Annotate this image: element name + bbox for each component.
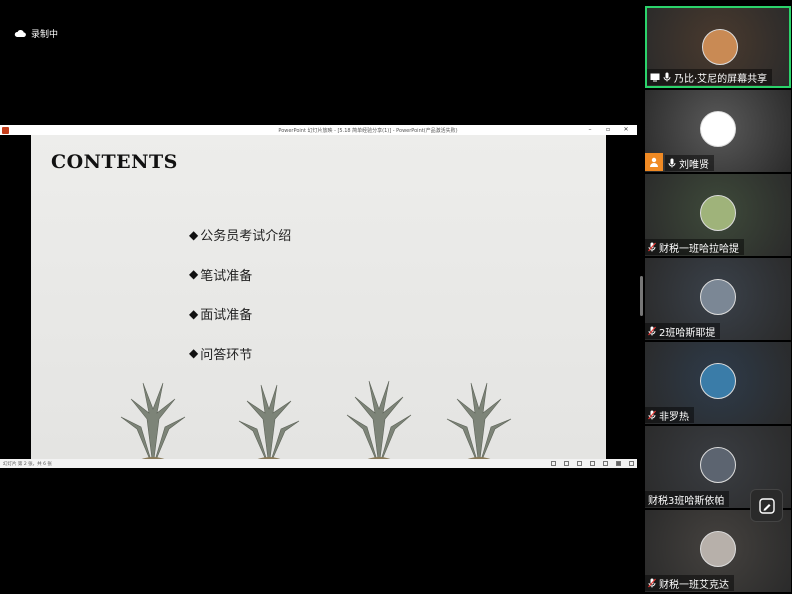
participant-name: 财税3班哈斯依帕 [648, 495, 725, 507]
list-item-text: 问答环节 [200, 347, 253, 363]
participant-label: 乃比·艾尼的屏幕共享 [647, 69, 773, 85]
mic-muted-icon [648, 578, 656, 588]
ppt-statusbar: 幻灯片 第 2 张，共 6 张 [0, 459, 637, 468]
pineapple-image [346, 380, 412, 459]
recording-label: 录制中 [31, 30, 59, 40]
ppt-window-title: PowerPoint 幻灯片放映 - [5.18 简单经验分享(1)] - Po… [278, 127, 458, 134]
slide-area: CONTENTS ◆ 公务员考试介绍 ◆ 笔试准备 ◆ 面试准备 ◆ 问答环节 [0, 135, 637, 459]
minimize-icon: – [588, 126, 592, 133]
participant-name: 财税一班艾克达 [659, 579, 729, 591]
list-item-text: 公务员考试介绍 [200, 229, 292, 245]
slide-title: CONTENTS [51, 151, 178, 173]
screen-share-icon [650, 73, 660, 81]
mic-muted-icon [648, 242, 656, 252]
powerpoint-logo-icon [2, 126, 9, 134]
view-controls [551, 461, 634, 466]
participant-tile[interactable]: 财税一班哈拉哈提 [645, 174, 791, 256]
participant-label: 财税一班艾克达 [645, 575, 734, 591]
window-controls: – ▫ ✕ [587, 126, 629, 134]
diamond-bullet-icon: ◆ [189, 346, 199, 361]
participant-name: 财税一班哈拉哈提 [659, 243, 739, 255]
participant-label: 非罗热 [645, 407, 694, 423]
slide: CONTENTS ◆ 公务员考试介绍 ◆ 笔试准备 ◆ 面试准备 ◆ 问答环节 [31, 135, 606, 459]
list-item: ◆ 公务员考试介绍 [189, 215, 291, 255]
ppt-titlebar: PowerPoint 幻灯片放映 - [5.18 简单经验分享(1)] - Po… [0, 125, 637, 135]
host-badge [645, 153, 663, 171]
diamond-bullet-icon: ◆ [189, 227, 199, 242]
fit-window-icon[interactable] [629, 461, 634, 466]
diamond-bullet-icon: ◆ [189, 306, 199, 321]
person-icon [650, 157, 658, 167]
avatar [700, 279, 736, 315]
annotate-button[interactable] [750, 489, 783, 522]
avatar [700, 195, 736, 231]
slide-sorter-icon[interactable] [564, 461, 569, 466]
mic-icon [668, 158, 676, 168]
participant-label: 财税3班哈斯依帕 [645, 491, 730, 507]
outline-view-icon[interactable] [603, 461, 608, 466]
avatar [702, 29, 738, 65]
mic-muted-icon [648, 326, 656, 336]
avatar [700, 447, 736, 483]
panel-resize-handle[interactable] [640, 276, 643, 316]
mic-muted-icon [648, 410, 656, 420]
participant-tile[interactable]: 非罗热 [645, 342, 791, 424]
participant-tile[interactable]: 刘唯贤 [645, 90, 791, 172]
list-item-text: 面试准备 [200, 308, 253, 324]
participant-name: 刘唯贤 [679, 159, 709, 171]
avatar [700, 111, 736, 147]
list-item: ◆ 笔试准备 [189, 255, 291, 295]
list-item-text: 笔试准备 [200, 268, 253, 284]
recording-indicator: 录制中 [14, 27, 58, 40]
normal-view-icon[interactable] [551, 461, 556, 466]
participant-tile[interactable]: 2班哈斯耶提 [645, 258, 791, 340]
shared-screen: PowerPoint 幻灯片放映 - [5.18 简单经验分享(1)] - Po… [0, 125, 637, 468]
grid-view-icon[interactable] [590, 461, 595, 466]
slide-counter: 幻灯片 第 2 张，共 6 张 [3, 461, 52, 467]
cloud-icon [14, 29, 26, 38]
pen-annotate-icon [758, 497, 775, 514]
contents-list: ◆ 公务员考试介绍 ◆ 笔试准备 ◆ 面试准备 ◆ 问答环节 [189, 215, 291, 373]
pineapple-image [446, 382, 512, 459]
participant-name: 非罗热 [659, 411, 689, 423]
participant-label: 刘唯贤 [665, 155, 714, 171]
participant-label: 2班哈斯耶提 [645, 323, 721, 339]
participant-name: 2班哈斯耶提 [659, 327, 716, 339]
pineapple-image [238, 384, 300, 459]
diamond-bullet-icon: ◆ [189, 267, 199, 282]
participant-name: 乃比·艾尼的屏幕共享 [674, 73, 768, 85]
participant-label: 财税一班哈拉哈提 [645, 239, 744, 255]
list-item: ◆ 面试准备 [189, 294, 291, 334]
pineapple-image [120, 382, 186, 459]
participant-tile[interactable]: 乃比·艾尼的屏幕共享 [645, 6, 791, 88]
slideshow-view-icon[interactable] [616, 461, 621, 466]
mic-icon [663, 72, 671, 82]
participant-tile[interactable]: 财税一班艾克达 [645, 510, 791, 592]
close-icon: ✕ [623, 126, 629, 133]
avatar [700, 531, 736, 567]
avatar [700, 363, 736, 399]
maximize-icon: ▫ [605, 126, 611, 133]
list-item: ◆ 问答环节 [189, 334, 291, 374]
reading-view-icon[interactable] [577, 461, 582, 466]
